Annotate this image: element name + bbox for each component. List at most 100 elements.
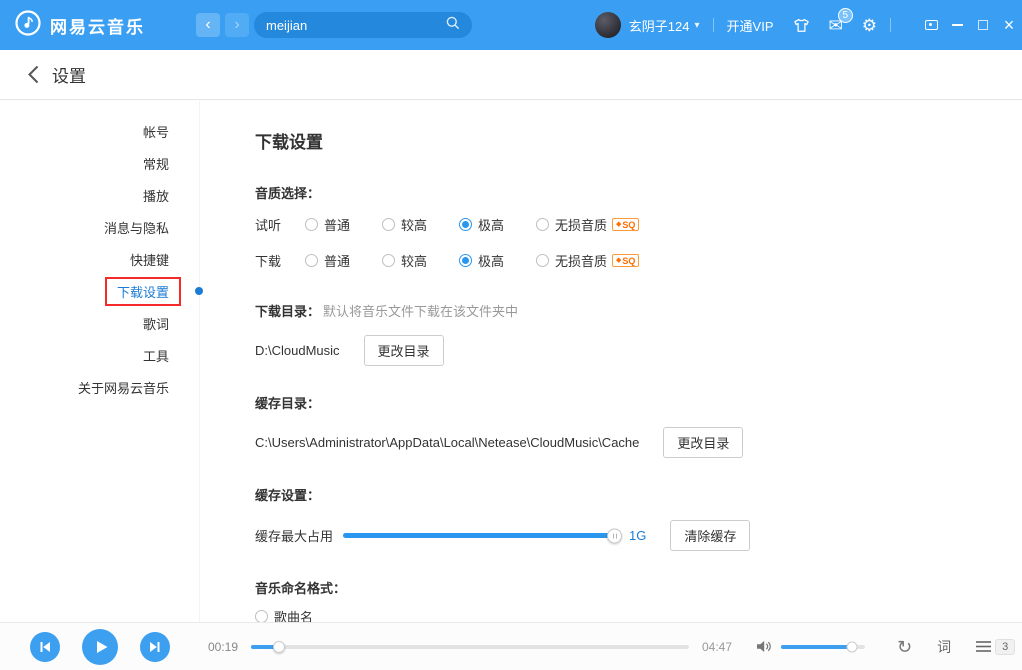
- app-logo: 网易云音乐: [14, 9, 145, 42]
- radio-icon: [305, 254, 318, 267]
- mini-player-button[interactable]: [918, 0, 944, 50]
- sidebar-item-privacy[interactable]: 消息与隐私: [0, 211, 199, 243]
- sidebar-item-lyrics[interactable]: 歌词: [0, 307, 199, 339]
- next-track-button[interactable]: [140, 632, 170, 662]
- theme-shirt-icon[interactable]: [793, 17, 810, 34]
- radio-option-higher[interactable]: 较高: [382, 251, 459, 270]
- current-time: 00:19: [200, 640, 238, 654]
- settings-header: 设置: [0, 50, 1022, 100]
- mail-badge: 5: [838, 8, 853, 23]
- total-time: 04:47: [702, 640, 740, 654]
- quality-row-label: 试听: [255, 215, 305, 234]
- sidebar-item-playback[interactable]: 播放: [0, 179, 199, 211]
- quality-row-preview: 试听 普通 较高 极高 无损音质 ◆: [255, 211, 1022, 238]
- mail-icon[interactable]: ✉ 5: [829, 17, 843, 34]
- radio-option-higher[interactable]: 较高: [382, 215, 459, 234]
- settings-back-button[interactable]: [28, 65, 39, 84]
- change-cache-dir-button[interactable]: 更改目录: [663, 427, 743, 458]
- radio-icon: [382, 218, 395, 231]
- radio-icon: [255, 610, 268, 623]
- titlebar-separator: [713, 18, 714, 32]
- sidebar-item-about[interactable]: 关于网易云音乐: [0, 371, 199, 403]
- minimize-icon: [952, 24, 963, 26]
- volume-icon[interactable]: [756, 640, 772, 653]
- user-name[interactable]: 玄阴子124: [629, 16, 690, 35]
- cache-size-slider[interactable]: [343, 533, 615, 538]
- nav-back-button[interactable]: ‹: [196, 13, 220, 37]
- lyrics-toggle-icon[interactable]: 词: [937, 637, 951, 657]
- download-dir-hint: 默认将音乐文件下载在该文件夹中: [323, 304, 518, 319]
- radio-option-highest[interactable]: 极高: [459, 215, 536, 234]
- radio-option-lossless[interactable]: 无损音质 ◆ SQ: [536, 251, 639, 270]
- naming-option-song[interactable]: 歌曲名: [255, 603, 1022, 622]
- sq-quality-badge: ◆ SQ: [612, 254, 639, 267]
- radio-icon: [536, 218, 549, 231]
- close-icon: ×: [1004, 16, 1015, 34]
- sidebar-item-tools[interactable]: 工具: [0, 339, 199, 371]
- app-title: 网易云音乐: [50, 13, 145, 38]
- clear-cache-button[interactable]: 清除缓存: [670, 520, 750, 551]
- playlist-button[interactable]: 3: [975, 639, 1015, 655]
- nav-forward-button[interactable]: ›: [225, 13, 249, 37]
- search-icon[interactable]: [446, 16, 460, 35]
- volume-slider[interactable]: [781, 645, 865, 649]
- settings-sidebar: 帐号 常规 播放 消息与隐私 快捷键 下载设置 歌词 工具 关于网易云音乐: [0, 101, 200, 622]
- naming-format-section: 音乐命名格式： 歌曲名 歌手 - 歌曲名 歌曲名 - 歌手: [255, 578, 1022, 622]
- settings-gear-icon[interactable]: ⚙: [862, 17, 877, 34]
- user-avatar[interactable]: [595, 12, 621, 38]
- download-settings-panel: 下载设置 音质选择： 试听 普通 较高 极高: [200, 101, 1022, 622]
- sidebar-item-account[interactable]: 帐号: [0, 115, 199, 147]
- quality-section: 音质选择： 试听 普通 较高 极高 无损音质: [255, 183, 1022, 274]
- search-box[interactable]: [254, 12, 472, 38]
- maximize-button[interactable]: [970, 0, 996, 50]
- previous-track-button[interactable]: [30, 632, 60, 662]
- sq-diamond-icon: ◆: [616, 257, 621, 264]
- sq-quality-badge: ◆ SQ: [612, 218, 639, 231]
- cache-max-label: 缓存最大占用: [255, 526, 333, 545]
- sq-diamond-icon: ◆: [616, 221, 621, 228]
- progress-bar[interactable]: [251, 645, 689, 649]
- highlight-red-box: 下载设置: [105, 277, 181, 306]
- playlist-count-badge: 3: [995, 639, 1015, 655]
- play-button[interactable]: [82, 629, 118, 665]
- radio-option-highest[interactable]: 极高: [459, 251, 536, 270]
- cache-slider-handle[interactable]: [607, 528, 622, 543]
- netease-logo-icon: [14, 9, 42, 42]
- page-header-title: 设置: [52, 62, 86, 87]
- settings-content: 帐号 常规 播放 消息与隐私 快捷键 下载设置 歌词 工具 关于网易云音乐 下载…: [0, 101, 1022, 622]
- search-input[interactable]: [266, 18, 446, 33]
- sidebar-item-hotkeys[interactable]: 快捷键: [0, 243, 199, 275]
- sidebar-item-download-settings[interactable]: 下载设置: [0, 275, 199, 307]
- radio-option-normal[interactable]: 普通: [305, 215, 382, 234]
- loop-mode-icon[interactable]: ↻: [897, 638, 912, 656]
- chevron-down-icon: ▾: [695, 20, 700, 31]
- radio-option-normal[interactable]: 普通: [305, 251, 382, 270]
- download-dir-section: 下载目录：默认将音乐文件下载在该文件夹中 D:\CloudMusic 更改目录: [255, 301, 1022, 366]
- cache-size-value: 1G: [629, 528, 646, 543]
- open-vip-link[interactable]: 开通VIP: [727, 16, 774, 35]
- cache-settings-title: 缓存设置：: [255, 485, 1022, 504]
- radio-icon: [536, 254, 549, 267]
- mini-player-icon: [925, 20, 938, 30]
- radio-option-lossless[interactable]: 无损音质 ◆ SQ: [536, 215, 639, 234]
- sidebar-item-general[interactable]: 常规: [0, 147, 199, 179]
- minimize-button[interactable]: [944, 0, 970, 50]
- titlebar-separator: [890, 18, 891, 32]
- volume-handle[interactable]: [847, 641, 858, 652]
- cache-dir-title: 缓存目录：: [255, 393, 1022, 412]
- maximize-icon: [978, 20, 988, 30]
- quality-row-label: 下载: [255, 251, 305, 270]
- volume-fill: [781, 645, 852, 649]
- playlist-icon: [975, 640, 992, 653]
- progress-handle[interactable]: [273, 641, 285, 653]
- radio-checked-icon: [459, 218, 472, 231]
- download-dir-title: 下载目录：默认将音乐文件下载在该文件夹中: [255, 301, 1022, 320]
- cache-dir-section: 缓存目录： C:\Users\Administrator\AppData\Loc…: [255, 393, 1022, 458]
- titlebar: 网易云音乐 ‹ › 玄阴子124 ▾ 开通VIP ✉ 5 ⚙: [0, 0, 1022, 50]
- quality-section-title: 音质选择：: [255, 183, 1022, 202]
- download-dir-path: D:\CloudMusic: [255, 343, 340, 358]
- radio-icon: [382, 254, 395, 267]
- radio-icon: [305, 218, 318, 231]
- close-button[interactable]: ×: [996, 0, 1022, 50]
- change-download-dir-button[interactable]: 更改目录: [364, 335, 444, 366]
